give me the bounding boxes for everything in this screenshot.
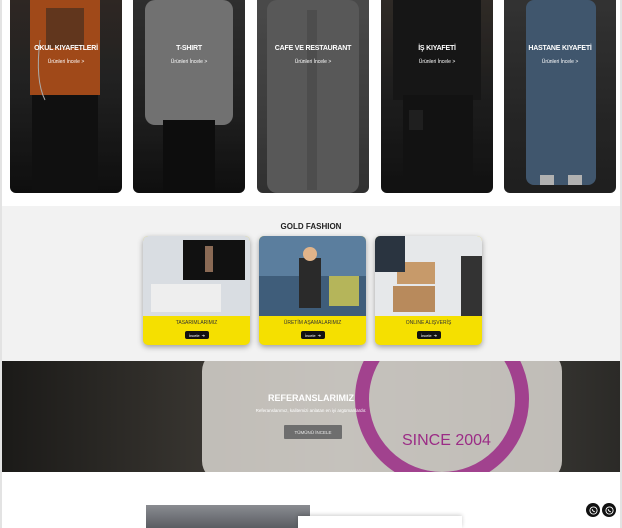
shirt-logo-text: SINCE 2004 [402,432,491,449]
inspect-button[interactable]: İncele ➔ [185,331,209,339]
category-card-hospital[interactable]: HASTANE KIYAFETİ Ürünleri İncele > [504,0,616,193]
category-link[interactable]: Ürünleri İncele > [257,59,369,65]
inspect-button[interactable]: İncele ➔ [301,331,325,339]
category-card-cafe[interactable]: CAFE VE RESTAURANT Ürünleri İncele > [257,0,369,193]
whatsapp-icon[interactable] [586,503,600,517]
phone-icon[interactable] [602,503,616,517]
button-label: İncele [304,332,316,338]
production-image [259,236,366,316]
card-overlay [381,0,493,193]
production-card[interactable]: ÜRETİM AŞAMALARIMIZ İncele ➔ [259,236,366,345]
category-link[interactable]: Ürünleri İncele > [381,59,493,65]
category-title: HASTANE KIYAFETİ [528,45,592,52]
references-banner: SINCE 2004 REFERANSLARIMIZ Referanslarım… [2,361,620,472]
view-all-button[interactable]: TÜMÜNÜ İNCELE [284,425,342,439]
section-title: GOLD FASHION [280,222,342,231]
card-overlay [133,0,245,193]
next-section [2,472,620,528]
card-overlay [504,0,616,193]
card-label: TASARIMLARIMIZ [175,320,218,326]
button-label: İncele [420,332,432,338]
design-card[interactable]: TASARIMLARIMIZ İncele ➔ [143,236,250,345]
online-shopping-image [375,236,482,316]
category-card-school[interactable]: OKUL KIYAFETLERİ Ürünleri İncele > [10,0,122,193]
category-card-tshirt[interactable]: T-SHIRT Ürünleri İncele > [133,0,245,193]
card-label: ONLINE ALIŞVERİŞ [405,320,452,326]
category-title: T-SHIRT [176,45,202,52]
online-shopping-card[interactable]: ONLINE ALIŞVERİŞ İncele ➔ [375,236,482,345]
info-card [298,516,462,528]
category-title: CAFE VE RESTAURANT [274,45,352,52]
card-overlay [10,0,122,193]
category-link[interactable]: Ürünleri İncele > [10,59,122,65]
category-title: İŞ KIYAFETİ [418,45,456,52]
rack-photo [146,505,310,528]
shirt-logo: SINCE 2004 [355,361,529,472]
category-card-workwear[interactable]: İŞ KIYAFETİ Ürünleri İncele > [381,0,493,193]
references-title: REFERANSLARIMIZ [268,393,354,403]
button-label: İncele [188,332,200,338]
card-label: ÜRETİM AŞAMALARIMIZ [283,320,342,326]
card-overlay [257,0,369,193]
category-strip: OKUL KIYAFETLERİ Ürünleri İncele > T-SHI… [2,0,620,206]
category-link[interactable]: Ürünleri İncele > [504,59,616,65]
page: OKUL KIYAFETLERİ Ürünleri İncele > T-SHI… [0,0,622,528]
references-subtitle: Referanslarımız, kalitemizi anlatan en i… [255,408,367,413]
arrow-right-icon: ➔ [317,332,322,338]
arrow-right-icon: ➔ [201,332,206,338]
arrow-right-icon: ➔ [433,332,438,338]
gold-fashion-section: GOLD FASHION TASARIMLARIMIZ İncele ➔ ÜRET… [2,206,620,361]
inspect-button[interactable]: İncele ➔ [417,331,441,339]
category-link[interactable]: Ürünleri İncele > [133,59,245,65]
design-image [143,236,250,316]
category-title: OKUL KIYAFETLERİ [34,45,98,52]
